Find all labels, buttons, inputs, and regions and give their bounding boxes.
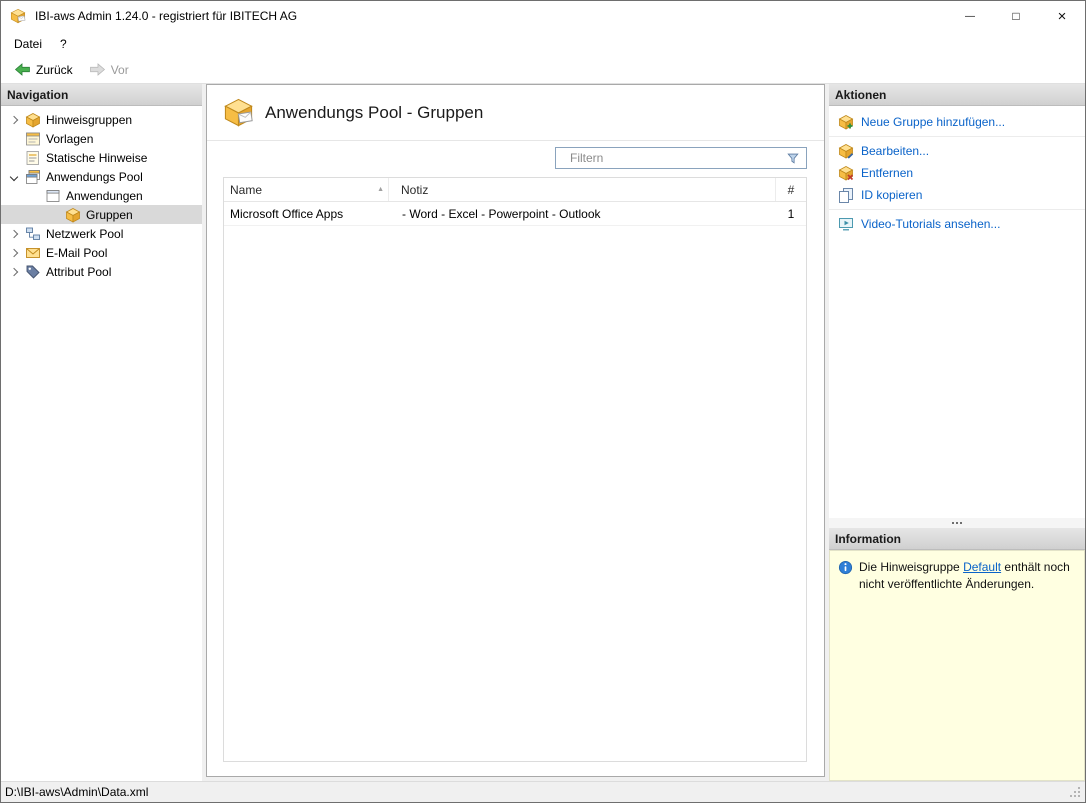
- navigation-header: Navigation: [1, 84, 202, 106]
- action-copy-id[interactable]: ID kopieren: [829, 184, 1085, 206]
- actions-list: Neue Gruppe hinzufügen... Bearbeiten... …: [829, 106, 1085, 518]
- templates-icon: [25, 131, 41, 147]
- chevron-right-icon[interactable]: [10, 115, 18, 123]
- filter-funnel-icon[interactable]: [786, 151, 800, 165]
- nav-item-vorlagen[interactable]: Vorlagen: [1, 129, 202, 148]
- actions-separator: [829, 209, 1085, 210]
- page-title: Anwendungs Pool - Gruppen: [265, 103, 483, 123]
- network-pool-icon: [25, 226, 41, 242]
- minimize-button[interactable]: —: [947, 1, 993, 31]
- forward-button[interactable]: Vor: [82, 61, 136, 79]
- right-panel: Aktionen Neue Gruppe hinzufügen... Bearb…: [829, 84, 1085, 781]
- hint-groups-icon: [25, 112, 41, 128]
- menubar: Datei ?: [1, 31, 1085, 56]
- content-panel: Anwendungs Pool - Gruppen Name ▲ Notiz: [206, 84, 825, 777]
- app-window: IBI-aws Admin 1.24.0 - registriert für I…: [0, 0, 1086, 803]
- applications-icon: [45, 188, 61, 204]
- window-controls: — □ ×: [947, 1, 1085, 31]
- window-title: IBI-aws Admin 1.24.0 - registriert für I…: [35, 9, 297, 23]
- sort-ascending-icon: ▲: [377, 186, 384, 193]
- chevron-down-icon[interactable]: [10, 172, 18, 180]
- chevron-right-icon[interactable]: [10, 229, 18, 237]
- filter-box: [555, 147, 807, 169]
- copy-id-icon: [838, 187, 854, 203]
- filter-row: [207, 141, 824, 175]
- app-icon[interactable]: [10, 8, 26, 24]
- groups-page-icon: [223, 97, 254, 128]
- video-tutorials-icon: [838, 216, 854, 232]
- chevron-right-icon[interactable]: [10, 248, 18, 256]
- statusbar-path: D:\IBI-aws\Admin\Data.xml: [5, 785, 148, 799]
- info-icon: [838, 560, 853, 575]
- nav-item-hinweisgruppen[interactable]: Hinweisgruppen: [1, 110, 202, 129]
- column-header-count[interactable]: #: [776, 178, 806, 201]
- new-group-icon: [838, 114, 854, 130]
- information-panel: Die Hinweisgruppe Default enthält noch n…: [829, 550, 1085, 781]
- chevron-right-icon[interactable]: [10, 267, 18, 275]
- maximize-button[interactable]: □: [993, 1, 1039, 31]
- table-empty-area: [224, 226, 806, 761]
- titlebar: IBI-aws Admin 1.24.0 - registriert für I…: [1, 1, 1085, 31]
- action-new-group[interactable]: Neue Gruppe hinzufügen...: [829, 111, 1085, 133]
- table-header-row: Name ▲ Notiz #: [224, 178, 806, 202]
- email-pool-icon: [25, 245, 41, 261]
- information-message: Die Hinweisgruppe Default enthält noch n…: [859, 559, 1076, 593]
- nav-item-statische-hinweise[interactable]: Statische Hinweise: [1, 148, 202, 167]
- action-remove[interactable]: Entfernen: [829, 162, 1085, 184]
- cell-name: Microsoft Office Apps: [224, 207, 389, 221]
- resize-grip-icon[interactable]: [1068, 785, 1082, 799]
- main-body: Navigation Hinweisgruppen Vorlagen Stati…: [1, 84, 1085, 781]
- splitter-grip-icon: [952, 522, 954, 524]
- statusbar: D:\IBI-aws\Admin\Data.xml: [1, 781, 1085, 802]
- navigation-tree: Hinweisgruppen Vorlagen Statische Hinwei…: [1, 106, 202, 781]
- filter-input[interactable]: [556, 151, 786, 165]
- panel-splitter[interactable]: [829, 518, 1085, 528]
- close-button[interactable]: ×: [1039, 1, 1085, 31]
- actions-header: Aktionen: [829, 84, 1085, 106]
- nav-item-attribut-pool[interactable]: Attribut Pool: [1, 262, 202, 281]
- edit-icon: [838, 143, 854, 159]
- page-header: Anwendungs Pool - Gruppen: [207, 85, 824, 141]
- back-button[interactable]: Zurück: [7, 61, 80, 79]
- groups-icon: [65, 207, 81, 223]
- menu-help[interactable]: ?: [51, 31, 76, 56]
- remove-icon: [838, 165, 854, 181]
- nav-item-anwendungs-pool[interactable]: Anwendungs Pool: [1, 167, 202, 186]
- back-arrow-icon: [14, 63, 31, 76]
- default-group-link[interactable]: Default: [963, 560, 1001, 574]
- nav-item-gruppen[interactable]: Gruppen: [1, 205, 202, 224]
- table-row[interactable]: Microsoft Office Apps - Word - Excel - P…: [224, 202, 806, 226]
- actions-separator: [829, 136, 1085, 137]
- back-label: Zurück: [36, 63, 73, 77]
- forward-arrow-icon: [89, 63, 106, 76]
- toolbar: Zurück Vor: [1, 56, 1085, 84]
- column-header-name[interactable]: Name ▲: [224, 178, 389, 201]
- navigation-panel: Navigation Hinweisgruppen Vorlagen Stati…: [1, 84, 202, 781]
- action-edit[interactable]: Bearbeiten...: [829, 140, 1085, 162]
- column-header-notiz[interactable]: Notiz: [389, 178, 776, 201]
- groups-table: Name ▲ Notiz # Microsoft Office Apps - W…: [223, 177, 807, 762]
- application-pool-icon: [25, 169, 41, 185]
- forward-label: Vor: [111, 63, 129, 77]
- cell-count: 1: [776, 207, 806, 221]
- attribute-pool-icon: [25, 264, 41, 280]
- cell-notiz: - Word - Excel - Powerpoint - Outlook: [389, 207, 776, 221]
- action-video-tutorials[interactable]: Video-Tutorials ansehen...: [829, 213, 1085, 235]
- information-header: Information: [829, 528, 1085, 550]
- nav-item-email-pool[interactable]: E-Mail Pool: [1, 243, 202, 262]
- nav-item-netzwerk-pool[interactable]: Netzwerk Pool: [1, 224, 202, 243]
- nav-item-anwendungen[interactable]: Anwendungen: [1, 186, 202, 205]
- menu-datei[interactable]: Datei: [5, 31, 51, 56]
- static-hints-icon: [25, 150, 41, 166]
